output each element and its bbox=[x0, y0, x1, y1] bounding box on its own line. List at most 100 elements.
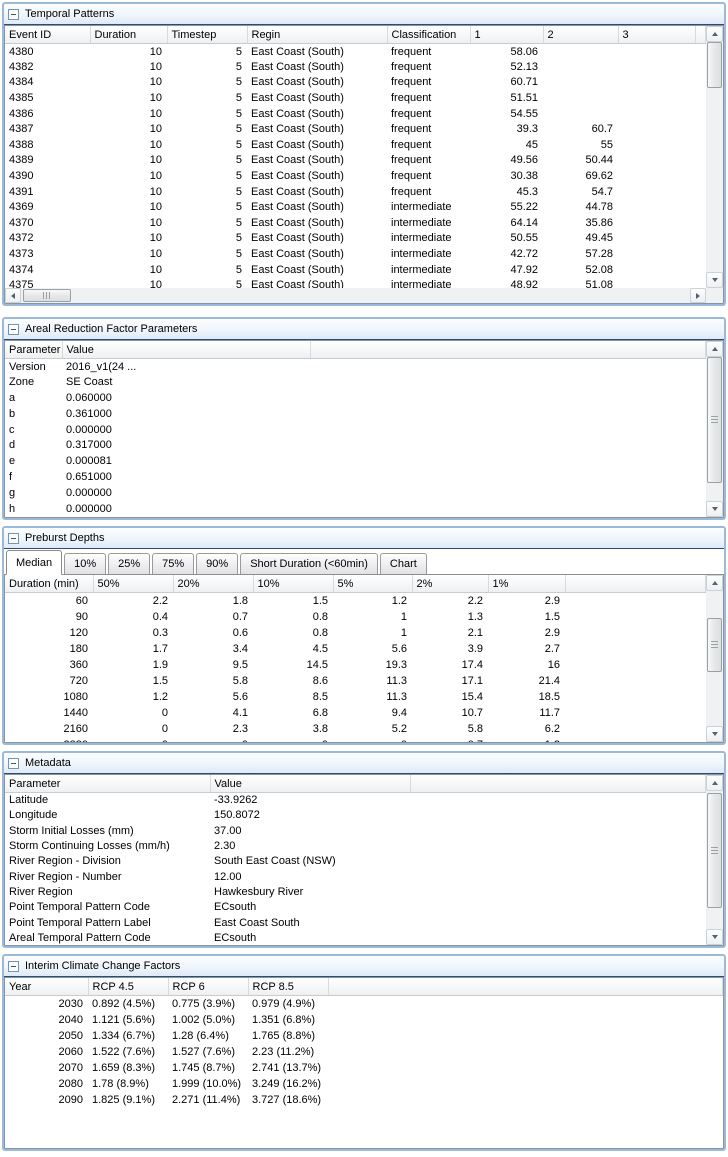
cell[interactable]: 8.5 bbox=[253, 689, 333, 705]
cell[interactable]: East Coast (South) bbox=[247, 153, 387, 169]
cell[interactable]: 180 bbox=[5, 641, 93, 657]
grid-row[interactable]: 20701.659 (8.3%)1.745 (8.7%)2.741 (13.7%… bbox=[5, 1060, 723, 1076]
cell[interactable]: 1 bbox=[333, 625, 412, 641]
cell[interactable]: East Coast (South) bbox=[247, 215, 387, 231]
cell[interactable]: 120 bbox=[5, 625, 93, 641]
vertical-scrollbar[interactable] bbox=[706, 26, 723, 288]
cell[interactable]: 10 bbox=[90, 277, 167, 288]
scroll-up-button[interactable] bbox=[706, 575, 723, 591]
scrollbar-track[interactable] bbox=[706, 791, 723, 929]
cell[interactable]: 0.651000 bbox=[62, 469, 310, 485]
cell[interactable]: 11.7 bbox=[488, 705, 565, 721]
tab-25[interactable]: 25% bbox=[108, 553, 150, 574]
scrollbar-thumb[interactable] bbox=[707, 42, 722, 88]
cell[interactable] bbox=[328, 1044, 723, 1060]
scrollbar-track[interactable] bbox=[706, 42, 723, 272]
cell[interactable]: Version bbox=[5, 359, 62, 375]
cell[interactable]: 5 bbox=[167, 106, 247, 122]
cell[interactable]: SE Coast bbox=[62, 374, 310, 390]
cell[interactable]: 10 bbox=[90, 153, 167, 169]
cell[interactable]: 0.000000 bbox=[62, 422, 310, 438]
cell[interactable]: Storm Initial Losses (mm) bbox=[5, 823, 210, 838]
cell[interactable]: 14.5 bbox=[253, 657, 333, 673]
cell[interactable]: 10 bbox=[90, 59, 167, 75]
cell[interactable]: Zone bbox=[5, 374, 62, 390]
cell[interactable]: 60.7 bbox=[543, 121, 618, 137]
cell[interactable]: 1.351 (6.8%) bbox=[248, 1012, 328, 1028]
cell[interactable]: frequent bbox=[387, 121, 470, 137]
cell[interactable] bbox=[695, 59, 706, 75]
cell[interactable]: 3.727 (18.6%) bbox=[248, 1092, 328, 1108]
panel-header-metadata[interactable]: Metadata bbox=[4, 753, 724, 774]
cell[interactable]: 2090 bbox=[5, 1092, 88, 1108]
cell[interactable] bbox=[695, 262, 706, 278]
cell[interactable]: 0.3 bbox=[93, 625, 173, 641]
grid-row[interactable]: 4372105East Coast (South)intermediate50.… bbox=[5, 231, 706, 247]
cell[interactable]: 2050 bbox=[5, 1028, 88, 1044]
scrollbar-thumb[interactable] bbox=[23, 289, 71, 302]
cell[interactable] bbox=[695, 168, 706, 184]
cell[interactable]: 2160 bbox=[5, 721, 93, 737]
grid-row[interactable]: 20300.892 (4.5%)0.775 (3.9%)0.979 (4.9%) bbox=[5, 996, 723, 1012]
cell[interactable]: 5.8 bbox=[173, 673, 253, 689]
cell[interactable]: 4373 bbox=[5, 246, 90, 262]
cell[interactable]: 17.4 bbox=[412, 657, 488, 673]
cell[interactable]: 4385 bbox=[5, 90, 90, 106]
cell[interactable]: 2070 bbox=[5, 1060, 88, 1076]
tab-10[interactable]: 10% bbox=[64, 553, 106, 574]
grid-row[interactable]: Point Temporal Pattern CodeECsouth bbox=[5, 900, 706, 915]
cell[interactable] bbox=[328, 1060, 723, 1076]
grid-row[interactable]: 4370105East Coast (South)intermediate64.… bbox=[5, 215, 706, 231]
grid-row[interactable]: 4380105East Coast (South)frequent58.06 bbox=[5, 44, 706, 60]
cell[interactable]: East Coast (South) bbox=[247, 262, 387, 278]
cell[interactable]: 3.8 bbox=[253, 721, 333, 737]
collapse-icon[interactable] bbox=[8, 758, 19, 769]
cell[interactable] bbox=[618, 199, 695, 215]
cell[interactable]: 5 bbox=[167, 137, 247, 153]
cell[interactable]: 6.8 bbox=[253, 705, 333, 721]
cell[interactable]: 4390 bbox=[5, 168, 90, 184]
cell[interactable]: Point Temporal Pattern Label bbox=[5, 915, 210, 930]
grid-row[interactable]: 288000000.71.2 bbox=[5, 737, 706, 743]
cell[interactable]: 0 bbox=[93, 705, 173, 721]
cell[interactable] bbox=[410, 838, 706, 853]
cell[interactable]: 0.8 bbox=[253, 609, 333, 625]
cell[interactable]: 35.86 bbox=[543, 215, 618, 231]
cell[interactable] bbox=[410, 793, 706, 808]
cell[interactable]: 0.000000 bbox=[62, 501, 310, 517]
cell[interactable]: 16 bbox=[488, 657, 565, 673]
grid-row[interactable]: a0.060000 bbox=[5, 390, 706, 406]
cell[interactable]: ECsouth bbox=[210, 930, 410, 945]
cell[interactable]: 4387 bbox=[5, 121, 90, 137]
cell[interactable]: 10 bbox=[90, 215, 167, 231]
scroll-up-button[interactable] bbox=[706, 775, 723, 791]
cell[interactable] bbox=[565, 641, 706, 657]
cell[interactable]: 1.121 (5.6%) bbox=[88, 1012, 168, 1028]
cell[interactable]: frequent bbox=[387, 184, 470, 200]
cell[interactable]: 0.000000 bbox=[62, 485, 310, 501]
cell[interactable] bbox=[565, 673, 706, 689]
cell[interactable]: 0.6 bbox=[173, 625, 253, 641]
cell[interactable]: 4374 bbox=[5, 262, 90, 278]
cell[interactable]: ECsouth bbox=[210, 900, 410, 915]
cell[interactable]: 52.13 bbox=[470, 59, 543, 75]
cell[interactable]: 4.1 bbox=[173, 705, 253, 721]
cell[interactable] bbox=[310, 485, 706, 501]
cell[interactable]: 0.361000 bbox=[62, 406, 310, 422]
cell[interactable]: 90 bbox=[5, 609, 93, 625]
grid-row[interactable]: e0.000081 bbox=[5, 453, 706, 469]
cell[interactable]: 2080 bbox=[5, 1076, 88, 1092]
cell[interactable]: East Coast (South) bbox=[247, 44, 387, 60]
cell[interactable]: 150.8072 bbox=[210, 808, 410, 823]
cell[interactable]: 2.7 bbox=[488, 641, 565, 657]
cell[interactable] bbox=[618, 215, 695, 231]
collapse-icon[interactable] bbox=[8, 9, 19, 20]
cell[interactable]: 3.4 bbox=[173, 641, 253, 657]
cell[interactable]: East Coast (South) bbox=[247, 168, 387, 184]
scrollbar-track[interactable] bbox=[21, 288, 690, 303]
cell[interactable]: 5 bbox=[167, 75, 247, 91]
cell[interactable]: -33.9262 bbox=[210, 793, 410, 808]
cell[interactable]: 0 bbox=[93, 721, 173, 737]
cell[interactable]: Hawkesbury River bbox=[210, 884, 410, 899]
cell[interactable]: 2.741 (13.7%) bbox=[248, 1060, 328, 1076]
